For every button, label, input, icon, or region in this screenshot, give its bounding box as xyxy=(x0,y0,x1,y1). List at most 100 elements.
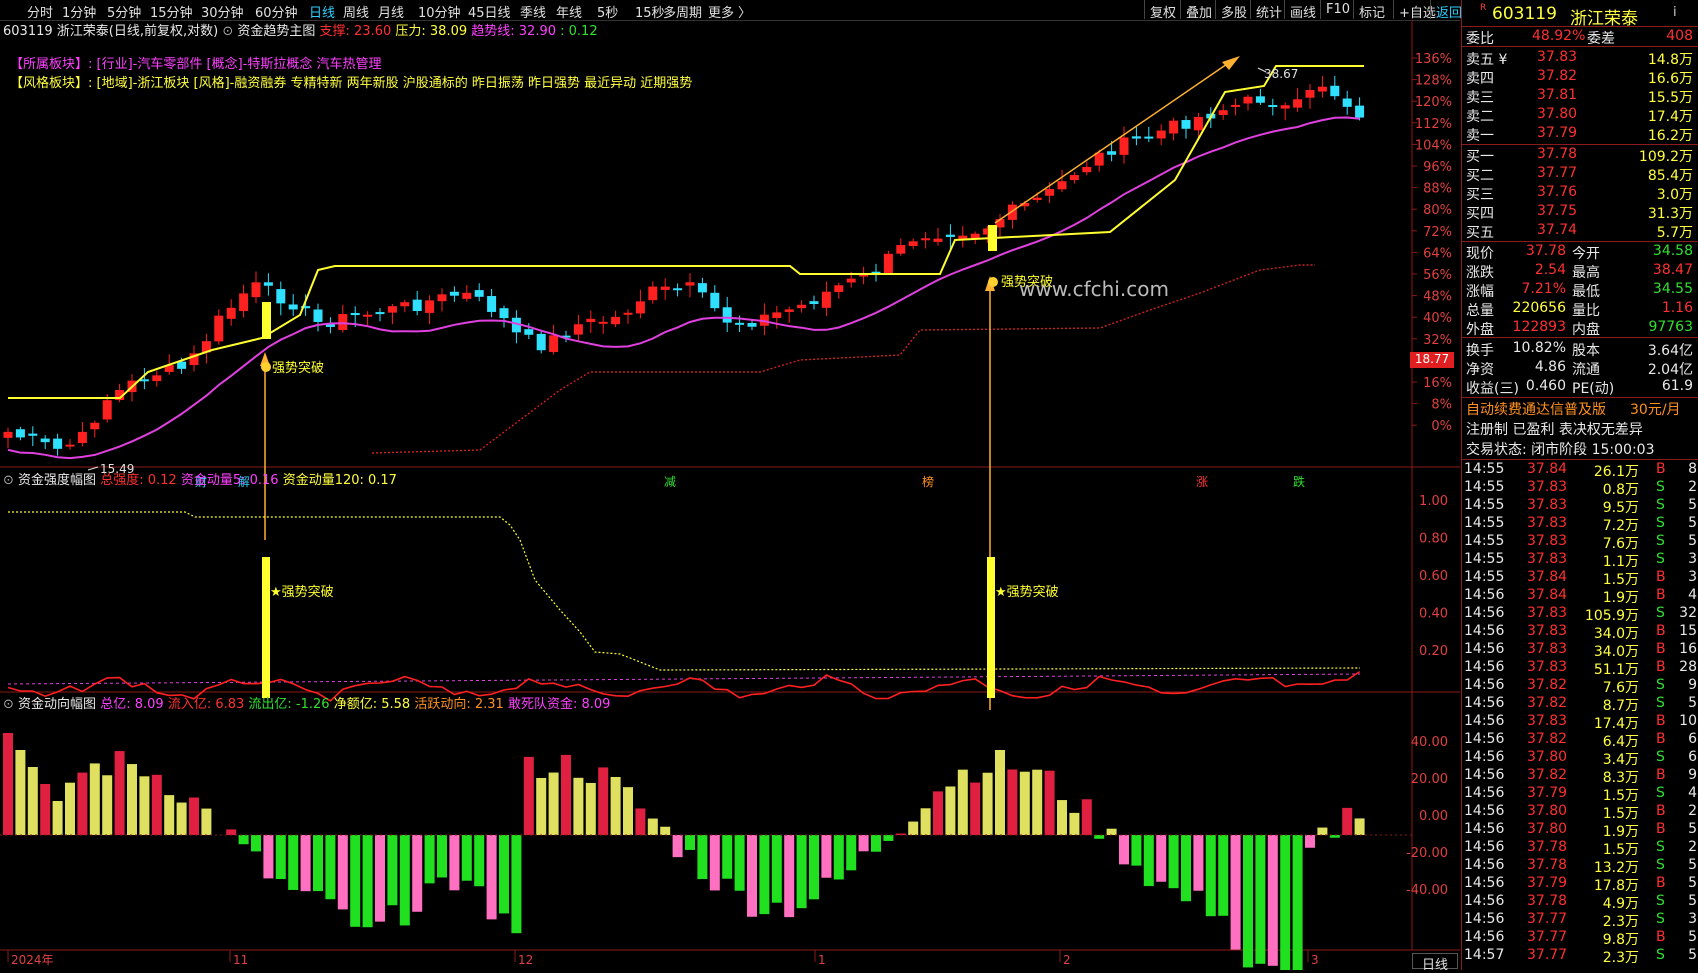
tick-count: 15 xyxy=(1679,623,1697,639)
bid-row[interactable]: 买一37.78109.2万 xyxy=(1462,145,1698,164)
pct-axis-label: 72% xyxy=(1423,225,1452,240)
toolbar-btn-6[interactable]: 标记 xyxy=(1353,0,1390,19)
tick-price: 37.77 xyxy=(1527,947,1567,963)
bid-label: 买三 xyxy=(1466,184,1494,204)
indicator-name[interactable]: 资金趋势主图 xyxy=(237,24,315,39)
toolbar-btn-0[interactable]: 复权 xyxy=(1144,0,1181,19)
tick-volume: 1.5万 xyxy=(1603,839,1639,859)
share-label: 收益(三) xyxy=(1466,378,1519,398)
bid-row[interactable]: 买五37.745.7万 xyxy=(1462,221,1698,240)
toolbar-btn-3[interactable]: 统计 xyxy=(1250,0,1287,19)
tick-count: 8 xyxy=(1688,461,1697,477)
tick-row: 14:5637.801.5万B2 xyxy=(1462,803,1698,821)
indicator-dropdown-icon[interactable]: ⊙ xyxy=(222,24,233,39)
toolbar-btn-2[interactable]: 多股 xyxy=(1215,0,1252,19)
period-badge[interactable]: 日线 xyxy=(1412,953,1458,969)
period-tab-16[interactable]: 更多 〉 xyxy=(708,2,751,21)
tick-volume: 17.4万 xyxy=(1594,713,1639,733)
tick-row: 14:5637.791.5万S4 xyxy=(1462,785,1698,803)
candle-body xyxy=(1182,120,1191,129)
candle-body xyxy=(946,235,955,237)
promo-row[interactable]: 自动续费通达信普及版 30元/月 xyxy=(1462,398,1698,417)
flow-inflow: 流入亿: 6.83 xyxy=(168,697,244,712)
bid-row[interactable]: 买三37.763.0万 xyxy=(1462,183,1698,202)
tick-count: 2 xyxy=(1688,803,1697,819)
toolbar-btn-1[interactable]: 叠加 xyxy=(1180,0,1217,19)
chart-area[interactable]: 136%128%120%112%104%96%88%80%72%64%56%48… xyxy=(0,20,1460,970)
candle-body xyxy=(710,293,719,308)
candle-body xyxy=(1256,96,1265,102)
period-tab-2[interactable]: 5分钟 xyxy=(107,2,141,21)
tick-side: B xyxy=(1656,659,1666,675)
tick-price: 37.80 xyxy=(1527,749,1567,765)
flow-bar xyxy=(1317,828,1327,835)
period-tab-4[interactable]: 30分钟 xyxy=(201,2,244,21)
flow-bar xyxy=(77,773,87,835)
promo-text[interactable]: 自动续费通达信普及版 xyxy=(1466,399,1606,419)
candle-body xyxy=(909,241,918,246)
period-tab-13[interactable]: 5秒 xyxy=(597,2,618,21)
candle-body xyxy=(636,301,645,313)
flow-bar xyxy=(673,835,683,857)
ask-row[interactable]: 卖三37.8115.5万 xyxy=(1462,86,1698,105)
period-tab-3[interactable]: 15分钟 xyxy=(150,2,193,21)
period-tab-14[interactable]: 15秒 xyxy=(635,2,665,21)
tick-row: 14:5637.8351.1万B28 xyxy=(1462,659,1698,677)
candle-body xyxy=(921,238,930,240)
bid-row[interactable]: 买二37.7785.4万 xyxy=(1462,164,1698,183)
strength-mom5: 资金动量5: 0.16 xyxy=(181,473,279,488)
ask-row[interactable]: 卖四37.8216.6万 xyxy=(1462,67,1698,86)
period-tab-5[interactable]: 60分钟 xyxy=(255,2,298,21)
flow-name[interactable]: 资金动向幅图 xyxy=(18,697,96,712)
period-tab-11[interactable]: 季线 xyxy=(520,2,546,21)
promo-price[interactable]: 30元/月 xyxy=(1630,399,1681,419)
period-tab-0[interactable]: 分时 xyxy=(27,2,53,21)
chart-title: 603119 浙江荣泰(日线,前复权,对数) xyxy=(3,24,218,39)
flow-bar xyxy=(1218,835,1228,916)
flow-bar xyxy=(1355,818,1365,835)
ask-row[interactable]: 卖二37.8017.4万 xyxy=(1462,105,1698,124)
flow-bar xyxy=(276,835,286,879)
ask-row[interactable]: 卖一37.7916.2万 xyxy=(1462,124,1698,143)
tick-volume: 105.9万 xyxy=(1585,605,1639,625)
tick-side: B xyxy=(1656,587,1666,603)
candle-body xyxy=(661,287,670,290)
tick-volume: 1.1万 xyxy=(1603,551,1639,571)
tick-row: 14:5537.841.5万B3 xyxy=(1462,569,1698,587)
bid-row[interactable]: 买四37.7531.3万 xyxy=(1462,202,1698,221)
info-icon[interactable]: i xyxy=(1673,5,1677,20)
period-tab-1[interactable]: 1分钟 xyxy=(62,2,96,21)
period-tab-9[interactable]: 10分钟 xyxy=(418,2,461,21)
share-label: 换手 xyxy=(1466,340,1494,360)
period-tab-10[interactable]: 45日线 xyxy=(468,2,511,21)
tick-time: 14:56 xyxy=(1464,911,1504,927)
candle-body xyxy=(351,313,360,315)
candle-body xyxy=(698,283,707,292)
strength-dropdown-icon[interactable]: ⊙ xyxy=(3,473,14,488)
period-tab-15[interactable]: 多周期 xyxy=(663,2,702,21)
strength-name[interactable]: 资金强度幅图 xyxy=(18,473,96,488)
period-tab-12[interactable]: 年线 xyxy=(556,2,582,21)
period-tab-8[interactable]: 月线 xyxy=(378,2,404,21)
breakout-bar xyxy=(262,557,270,698)
ask-row[interactable]: 卖五 ¥37.8314.8万 xyxy=(1462,48,1698,67)
period-tab-6[interactable]: 日线 xyxy=(309,2,335,21)
tick-count: 5 xyxy=(1688,893,1697,909)
tick-price: 37.84 xyxy=(1527,461,1567,477)
tick-volume: 34.0万 xyxy=(1594,623,1639,643)
flow-dropdown-icon[interactable]: ⊙ xyxy=(3,697,14,712)
toolbar-btn-4[interactable]: 画线 xyxy=(1284,0,1321,19)
flow-axis-label: 40.00 xyxy=(1411,735,1448,750)
tick-row: 14:5537.831.1万S3 xyxy=(1462,551,1698,569)
ask-label: 卖一 xyxy=(1466,125,1494,145)
toolbar-btn-5[interactable]: F10 xyxy=(1320,0,1355,19)
share-row: 收益(三)0.460PE(动)61.9 xyxy=(1462,377,1698,396)
tick-time: 14:56 xyxy=(1464,821,1504,837)
candle-body xyxy=(785,309,794,312)
flow-bar xyxy=(152,775,162,835)
period-tab-7[interactable]: 周线 xyxy=(343,2,369,21)
event-mark: 跌 xyxy=(1293,474,1305,489)
pct-axis-label: 136% xyxy=(1415,52,1452,67)
tick-time: 14:56 xyxy=(1464,677,1504,693)
pct-axis-label: 56% xyxy=(1423,268,1452,283)
